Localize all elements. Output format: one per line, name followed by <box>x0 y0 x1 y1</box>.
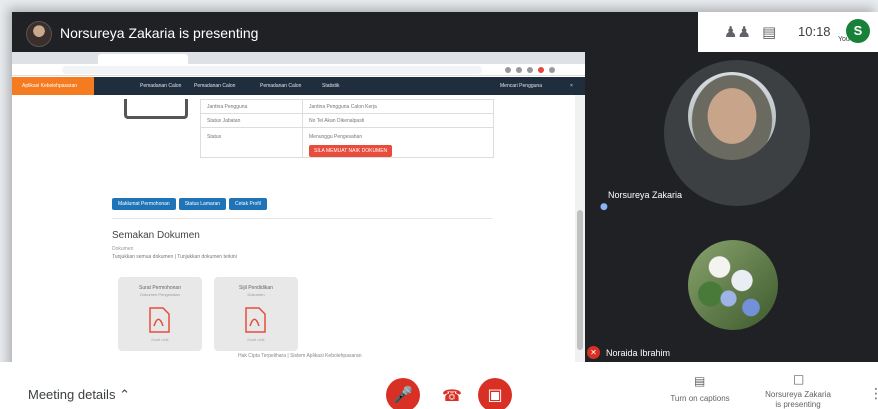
nav-item[interactable]: Pemadanan Calon <box>260 77 301 95</box>
nav-user[interactable]: Mencari Pengguna <box>500 77 542 95</box>
document-card[interactable]: Surat Permohonan Dokumen Pengenalan Muat… <box>118 277 202 351</box>
extension-icon[interactable] <box>516 67 522 73</box>
card-title: Surat Permohonan <box>139 285 181 291</box>
pdf-icon <box>149 307 170 333</box>
extension-icon[interactable] <box>549 67 555 73</box>
meet-window: Norsureya Zakaria is presenting ♟♟ ▤ 10:… <box>12 12 878 409</box>
print-profile-button[interactable]: Cetak Profil <box>229 198 267 210</box>
present-icon[interactable]: □ <box>793 372 804 386</box>
more-options-icon[interactable]: ⋮ <box>869 386 878 402</box>
participant-video-second[interactable] <box>688 240 778 330</box>
browser-extension-icons <box>505 67 565 73</box>
extension-icon[interactable] <box>538 67 544 73</box>
nav-close-icon[interactable]: × <box>570 77 573 95</box>
captions-label[interactable]: Turn on captions <box>664 394 736 403</box>
browser-address-bar <box>12 64 585 76</box>
mic-off-button[interactable]: 🎤 <box>386 378 420 409</box>
chevron-up-icon: ⌃ <box>119 387 130 402</box>
nav-item[interactable]: Pemadanan Calon <box>194 77 235 95</box>
table-cell-label: Jantina Pengguna <box>200 99 303 114</box>
participant-name-second: Noraida Ibrahim <box>606 348 671 358</box>
nav-item[interactable]: Statistik <box>322 77 340 95</box>
card-subtitle: Dokumen Pengenalan <box>140 292 180 297</box>
top-bar: Norsureya Zakaria is presenting ♟♟ ▤ 10:… <box>12 12 878 52</box>
camera-off-button[interactable]: ▣ <box>478 378 512 409</box>
url-field[interactable] <box>62 66 482 74</box>
site-nav: Aplikasi Kebolehpasaran Pemadanan Calon … <box>12 77 585 95</box>
status-text: Menunggu Pengesahan <box>309 134 363 140</box>
profile-table: Jantina Pengguna Jantina Pengguna Calon … <box>200 99 494 158</box>
browser-tabs <box>12 52 585 64</box>
document-card[interactable]: Sijil Pendidikan Dokumen Muat naik <box>214 277 298 351</box>
table-cell-label: Status Jabatan <box>200 113 303 128</box>
meeting-details-button[interactable]: Meeting details ⌃ <box>28 387 130 403</box>
table-cell-value: Jantina Pengguna Calon Kerja <box>302 99 494 114</box>
chat-icon[interactable]: ▤ <box>762 23 776 41</box>
browser-tab-active[interactable] <box>98 54 188 64</box>
bottom-bar: Meeting details ⌃ 🎤 ☎ ▣ ▤ Turn on captio… <box>0 362 878 409</box>
action-buttons: Maklumat Permohonan Status Lamaran Cetak… <box>112 198 267 210</box>
browser-tab[interactable] <box>16 54 96 64</box>
card-title: Sijil Pendidikan <box>239 285 273 291</box>
extension-icon[interactable] <box>505 67 511 73</box>
document-filter-radios[interactable]: Tunjukkan semua dokumen | Tunjukkan doku… <box>112 254 237 260</box>
extension-icon[interactable] <box>527 67 533 73</box>
card-footer: Muat naik <box>247 337 265 342</box>
section-subtitle: Dokumen <box>112 246 134 252</box>
application-status-button[interactable]: Status Lamaran <box>178 198 227 210</box>
scrollbar-thumb[interactable] <box>577 210 583 350</box>
card-subtitle: Dokumen <box>247 292 265 297</box>
nav-item[interactable]: Pemadanan Calon <box>140 77 181 95</box>
presenting-title: Norsureya Zakaria is presenting <box>60 25 259 41</box>
profile-photo <box>124 99 188 119</box>
table-cell-label: Status <box>200 127 303 158</box>
user-avatar[interactable]: S <box>846 19 870 43</box>
hangup-button[interactable]: ☎ <box>442 386 462 405</box>
mic-off-icon: ✕ <box>587 346 600 359</box>
clock: 10:18 <box>798 24 831 39</box>
captions-icon[interactable]: ▤ <box>694 374 705 388</box>
section-title: Semakan Dokumen <box>112 230 200 241</box>
audio-active-icon: ● <box>600 202 608 212</box>
pdf-icon <box>245 307 266 333</box>
participant-video-main[interactable] <box>688 72 776 160</box>
upload-document-button[interactable]: SILA MEMUAT NAIK DOKUMEN <box>309 145 393 157</box>
site-footer: Hak Cipta Terpelihara | Sistem Aplikasi … <box>238 353 362 359</box>
participant-name-main: Norsureya Zakaria <box>608 190 683 200</box>
divider <box>112 218 492 219</box>
application-info-button[interactable]: Maklumat Permohonan <box>112 198 176 210</box>
scrollbar[interactable] <box>575 95 585 362</box>
top-right-controls: ♟♟ ▤ 10:18 You S <box>698 12 878 52</box>
table-cell-value: No Tel Akan Dikenalpasti <box>302 113 494 128</box>
table-cell-value: Menunggu Pengesahan SILA MEMUAT NAIK DOK… <box>302 127 494 158</box>
presenter-avatar <box>26 21 52 47</box>
presenting-label[interactable]: Norsureya Zakaria is presenting <box>762 390 834 409</box>
shared-screen: Aplikasi Kebolehpasaran Pemadanan Calon … <box>12 52 585 362</box>
card-footer: Muat naik <box>151 337 169 342</box>
site-brand[interactable]: Aplikasi Kebolehpasaran <box>12 77 94 95</box>
people-icon[interactable]: ♟♟ <box>724 23 751 41</box>
